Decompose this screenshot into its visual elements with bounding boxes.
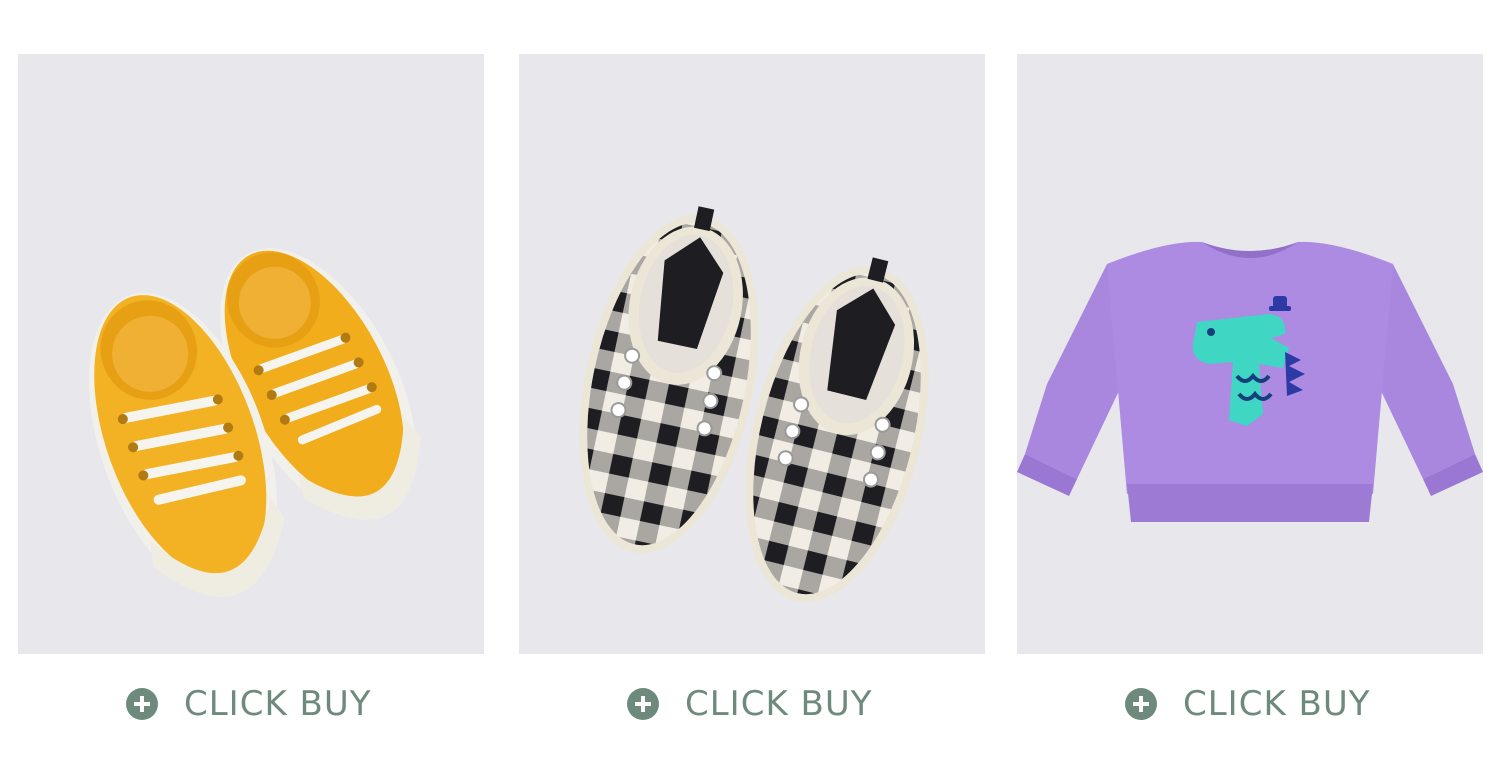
- product-card-purple-sweatshirt[interactable]: [1017, 54, 1483, 654]
- click-buy-label: CLICK BUY: [1183, 684, 1371, 724]
- plus-circle-icon: [627, 688, 659, 720]
- product-card-yellow-sneakers[interactable]: [18, 54, 484, 654]
- click-buy-button-3[interactable]: CLICK BUY: [1125, 683, 1371, 725]
- product-card-plaid-shoes[interactable]: [519, 54, 985, 654]
- click-buy-button-1[interactable]: CLICK BUY: [126, 683, 372, 725]
- plus-circle-icon: [126, 688, 158, 720]
- click-buy-button-2[interactable]: CLICK BUY: [627, 683, 873, 725]
- click-buy-label: CLICK BUY: [184, 684, 372, 724]
- product-image-plaid-shoes[interactable]: [519, 54, 985, 654]
- product-image-yellow-sneakers[interactable]: [18, 54, 484, 654]
- click-buy-label: CLICK BUY: [685, 684, 873, 724]
- plus-circle-icon: [1125, 688, 1157, 720]
- product-image-purple-sweatshirt[interactable]: [1017, 54, 1483, 654]
